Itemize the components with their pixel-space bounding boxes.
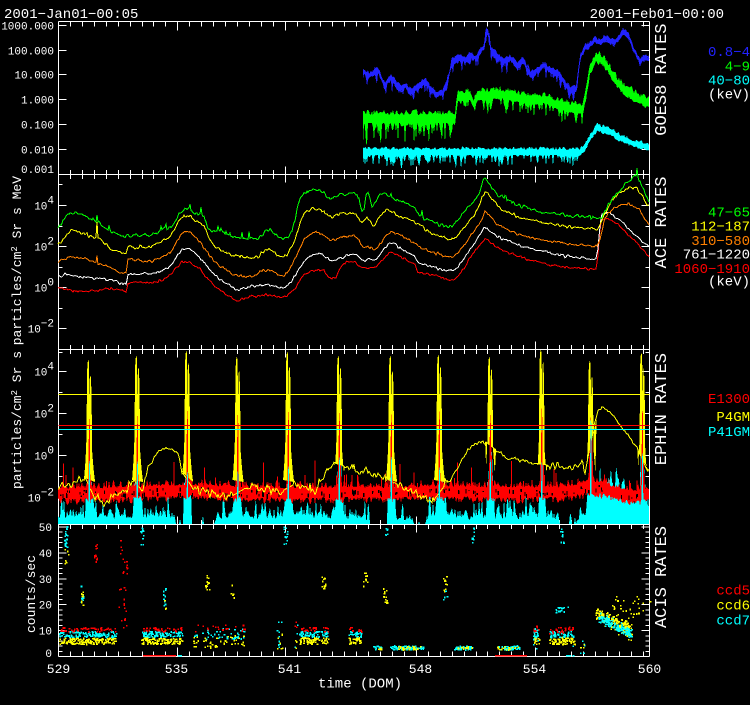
svg-text:ccd7: ccd7 — [716, 614, 750, 630]
svg-text:100.000: 100.000 — [8, 47, 54, 59]
svg-text:P4GM: P4GM — [716, 410, 750, 426]
svg-text:P41GM: P41GM — [708, 425, 750, 441]
svg-text:529: 529 — [47, 662, 70, 677]
svg-text:50: 50 — [39, 523, 52, 535]
svg-text:0.010: 0.010 — [21, 146, 54, 158]
svg-text:30: 30 — [39, 575, 52, 587]
svg-text:560: 560 — [638, 662, 661, 677]
svg-text:EPHIN RATES: EPHIN RATES — [653, 353, 672, 465]
svg-text:counts/sec: counts/sec — [24, 555, 39, 633]
svg-text:particles/cm2 Sr s MeV: particles/cm2 Sr s MeV — [10, 176, 25, 345]
svg-text:10: 10 — [39, 627, 52, 639]
svg-text:40: 40 — [39, 549, 52, 561]
svg-text:554: 554 — [523, 662, 547, 677]
svg-text:(keV): (keV) — [708, 88, 750, 104]
svg-text:1.000: 1.000 — [21, 96, 54, 108]
svg-text:0.100: 0.100 — [21, 121, 54, 133]
svg-text:time (DOM): time (DOM) — [318, 677, 402, 693]
svg-text:ACIS RATES: ACIS RATES — [653, 526, 672, 628]
svg-text:535: 535 — [165, 662, 188, 677]
svg-text:ACE RATES: ACE RATES — [653, 177, 672, 269]
svg-text:0.001: 0.001 — [21, 165, 54, 177]
svg-text:(keV): (keV) — [708, 274, 750, 290]
svg-text:particles/cm2 Sr s: particles/cm2 Sr s — [10, 351, 25, 489]
svg-text:10.000: 10.000 — [14, 71, 54, 83]
svg-text:GOES8 RATES: GOES8 RATES — [653, 24, 672, 136]
svg-text:20: 20 — [39, 601, 52, 613]
svg-text:541: 541 — [278, 662, 302, 677]
svg-text:E1300: E1300 — [708, 392, 750, 408]
svg-text:ccd5: ccd5 — [716, 584, 750, 600]
svg-text:1000.000: 1000.000 — [1, 22, 54, 34]
svg-text:ccd6: ccd6 — [716, 599, 750, 615]
svg-text:548: 548 — [409, 662, 432, 677]
svg-text:0: 0 — [45, 649, 52, 661]
svg-text:2001−Feb01−00:00: 2001−Feb01−00:00 — [590, 7, 724, 23]
